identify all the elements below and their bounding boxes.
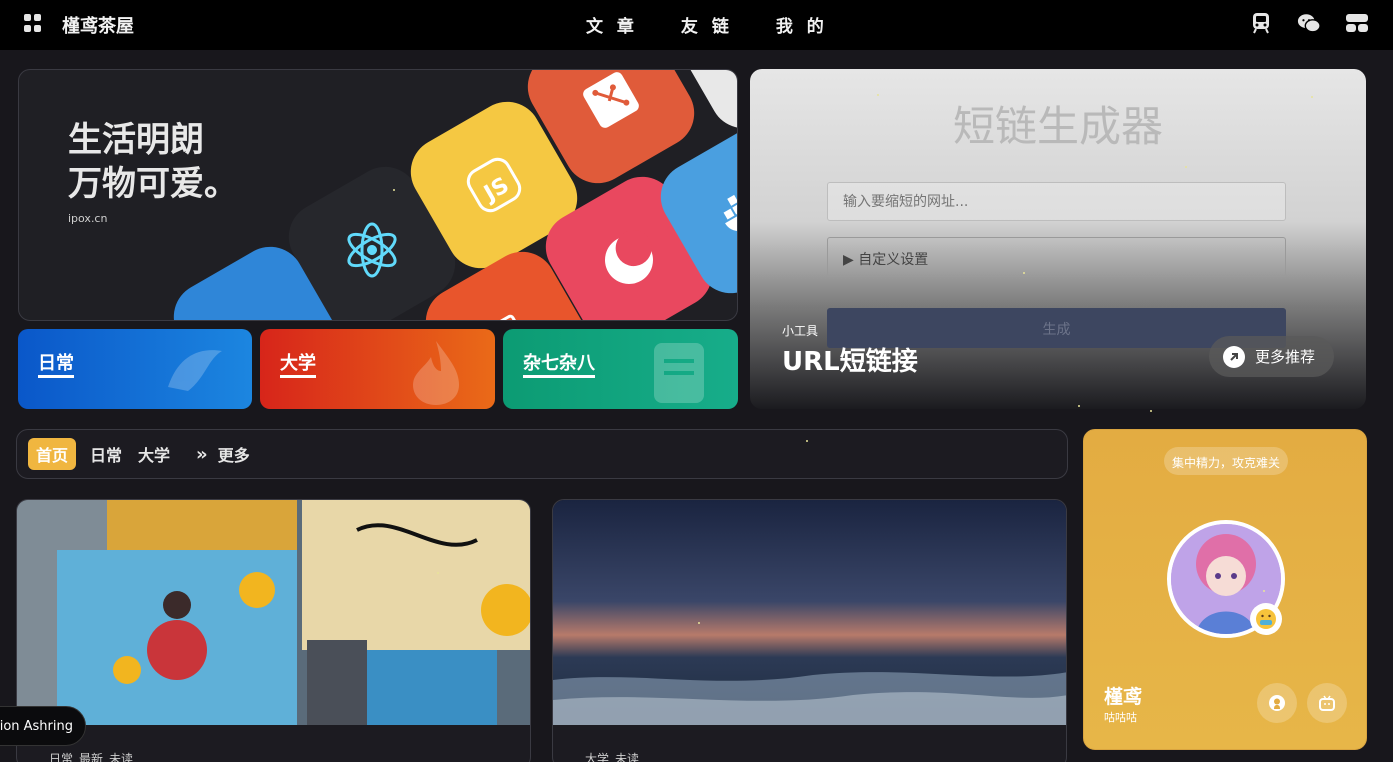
category-label-daily: 日常: [38, 353, 74, 378]
post-card[interactable]: 日常 最新 未读: [16, 499, 531, 762]
hero-line-2: 万物可爱。: [68, 164, 238, 204]
menu-grid-icon[interactable]: [24, 14, 42, 32]
post-tag: 未读: [615, 752, 640, 762]
hero-banner[interactable]: 生活明朗 万物可爱。 ipox.cn JS: [18, 69, 738, 321]
top-icon-group: [1249, 12, 1369, 34]
star-particle: [806, 440, 808, 442]
star-particle: [1185, 166, 1187, 168]
category-card-university[interactable]: 大学: [260, 329, 495, 409]
post-tags: 日常 最新 未读: [49, 750, 133, 762]
hero-domain: ipox.cn: [68, 212, 108, 225]
main-nav: 文 章 友 链 我 的: [586, 12, 871, 37]
profile-name: 槿鸢: [1104, 686, 1143, 708]
motto-badge: 集中精力，攻克难关: [1164, 447, 1288, 475]
profile-subtitle: 咕咕咕: [1104, 711, 1137, 724]
document-icon: [654, 343, 704, 403]
star-particle: [877, 94, 879, 96]
fire-icon: [413, 341, 459, 405]
bird-icon: [168, 350, 222, 391]
post-cover-image: [553, 500, 1066, 725]
tool-caption: 小工具: [782, 324, 819, 338]
post-tag[interactable]: 大学: [585, 750, 609, 762]
tab-university[interactable]: 大学: [138, 438, 170, 470]
music-player-pill[interactable]: tion Ashring: [0, 706, 86, 746]
star-particle: [1150, 410, 1152, 412]
music-title: tion Ashring: [0, 718, 73, 734]
top-navbar: 槿鸢茶屋 文 章 友 链 我 的: [0, 0, 1393, 50]
hero-line-1: 生活明朗: [68, 120, 204, 160]
profile-card: 集中精力，攻克难关 槿鸢 咕咕咕: [1083, 429, 1367, 750]
bilibili-icon[interactable]: [1307, 683, 1347, 723]
post-cover-image: [17, 500, 530, 725]
post-tag: 最新: [79, 752, 104, 762]
star-particle: [1023, 272, 1025, 274]
tool-panel-url-shortener: 短链生成器 ▶ 自定义设置 生成 小工具 URL短链接 更多推荐: [750, 69, 1366, 409]
custom-settings-toggle[interactable]: ▶ 自定义设置: [827, 237, 1286, 277]
tab-daily[interactable]: 日常: [90, 438, 122, 470]
star-particle: [1078, 405, 1080, 407]
star-particle: [1263, 590, 1265, 592]
post-card[interactable]: 大学 未读: [552, 499, 1067, 762]
hero-slogan: 生活明朗 万物可爱。: [68, 118, 238, 206]
category-card-misc[interactable]: 杂七杂八: [503, 329, 738, 409]
url-input[interactable]: [827, 182, 1286, 221]
category-tabs: 首页 日常 大学 » 更多: [16, 429, 1068, 479]
star-particle: [698, 622, 700, 624]
tab-more[interactable]: 更多: [218, 438, 250, 470]
nav-item-me[interactable]: 我 的: [776, 12, 828, 37]
nav-item-friend-links[interactable]: 友 链: [681, 12, 733, 37]
nav-item-articles[interactable]: 文 章: [586, 12, 638, 37]
double-chevron-right-icon[interactable]: »: [196, 444, 208, 465]
category-label-university: 大学: [280, 353, 316, 378]
category-card-daily[interactable]: 日常: [18, 329, 252, 409]
tab-home[interactable]: 首页: [28, 438, 77, 470]
arrow-up-right-icon: [1223, 345, 1245, 368]
wechat-icon[interactable]: [1297, 12, 1321, 34]
emoji-status-icon: [1250, 603, 1282, 635]
tool-name[interactable]: URL短链接: [782, 341, 918, 378]
toolbox-icon[interactable]: [1345, 12, 1369, 34]
tool-title: 短链生成器: [952, 102, 1163, 151]
star-particle: [393, 189, 395, 191]
category-label-misc: 杂七杂八: [523, 353, 595, 378]
more-recommend-button[interactable]: 更多推荐: [1209, 336, 1334, 377]
post-tags: 大学 未读: [585, 750, 639, 762]
star-particle: [437, 572, 439, 574]
train-icon[interactable]: [1249, 12, 1273, 34]
post-tag: 未读: [109, 752, 134, 762]
more-recommend-label: 更多推荐: [1255, 348, 1316, 366]
site-title[interactable]: 槿鸢茶屋: [62, 12, 134, 38]
github-icon[interactable]: [1257, 683, 1297, 723]
post-tag[interactable]: 日常: [49, 750, 73, 762]
star-particle: [1311, 96, 1313, 98]
